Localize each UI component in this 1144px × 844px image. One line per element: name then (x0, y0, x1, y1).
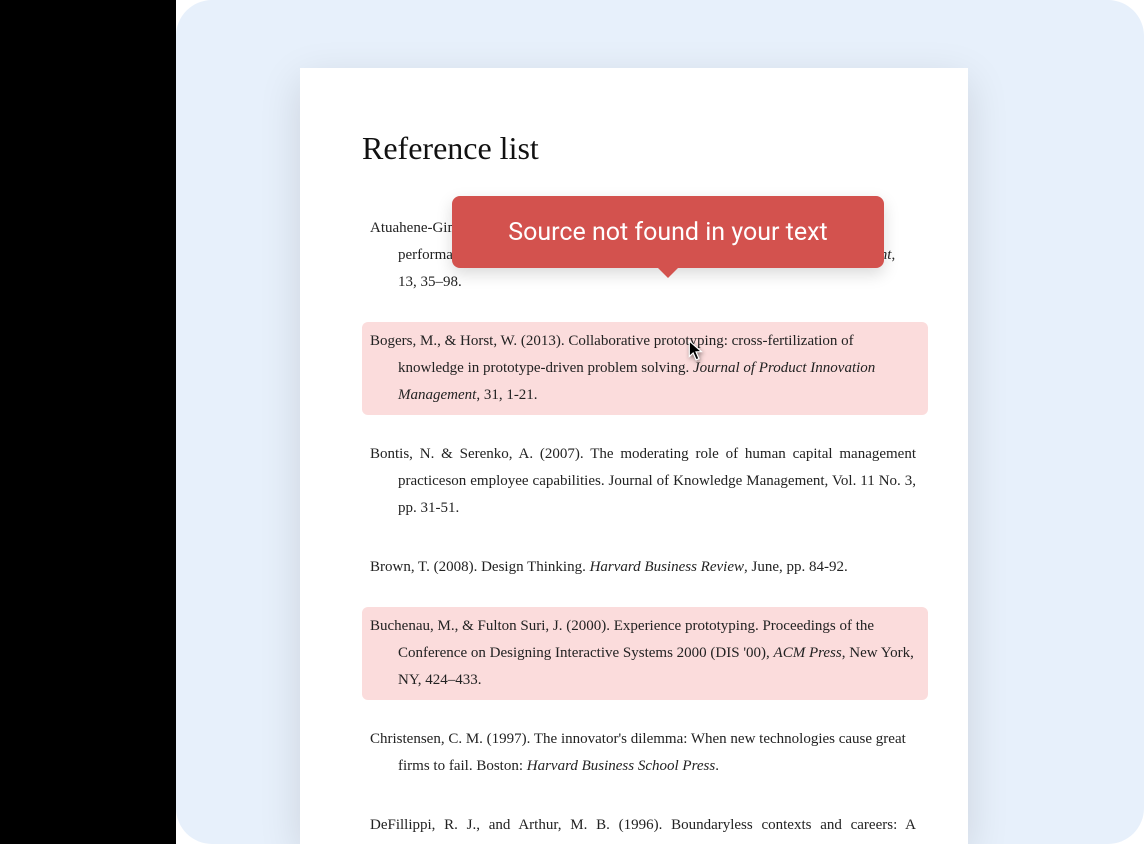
canvas: Reference list Atuahene-Gima, K. (1996).… (0, 0, 1144, 844)
ref-text: DeFillippi, R. J., and Arthur, M. B. (19… (370, 817, 916, 844)
reference-item: Christensen, C. M. (1997). The innovator… (362, 720, 928, 786)
tooltip-text: Source not found in your text (508, 218, 827, 247)
ref-text-pre: Brown, T. (2008). Design Thinking. (370, 559, 590, 575)
error-tooltip: Source not found in your text (452, 196, 884, 268)
reference-item-highlighted[interactable]: Bogers, M., & Horst, W. (2013). Collabor… (362, 322, 928, 415)
cursor-icon (688, 340, 706, 362)
ref-text-italic: Harvard Business School Press (527, 758, 715, 774)
reference-item: DeFillippi, R. J., and Arthur, M. B. (19… (362, 806, 928, 844)
ref-text-italic: ACM Press (774, 645, 842, 661)
ref-text-italic: Harvard Business Review (590, 559, 744, 575)
ref-text: Bontis, N. & Serenko, A. (2007). The mod… (370, 446, 916, 516)
reference-item: Brown, T. (2008). Design Thinking. Harva… (362, 548, 928, 587)
reference-item: Bontis, N. & Serenko, A. (2007). The mod… (362, 435, 928, 528)
reference-item-highlighted[interactable]: Buchenau, M., & Fulton Suri, J. (2000). … (362, 607, 928, 700)
ref-text-post: , 31, 1-21. (476, 387, 537, 403)
document-page: Reference list Atuahene-Gima, K. (1996).… (300, 68, 968, 844)
ref-text-post: . (715, 758, 719, 774)
reference-list: Atuahene-Gima, K. (1996). Differential p… (362, 209, 928, 844)
ref-text-post: , June, pp. 84-92. (744, 559, 848, 575)
page-title: Reference list (362, 130, 928, 167)
left-mask (0, 0, 176, 844)
document-inner: Reference list Atuahene-Gima, K. (1996).… (300, 68, 968, 844)
